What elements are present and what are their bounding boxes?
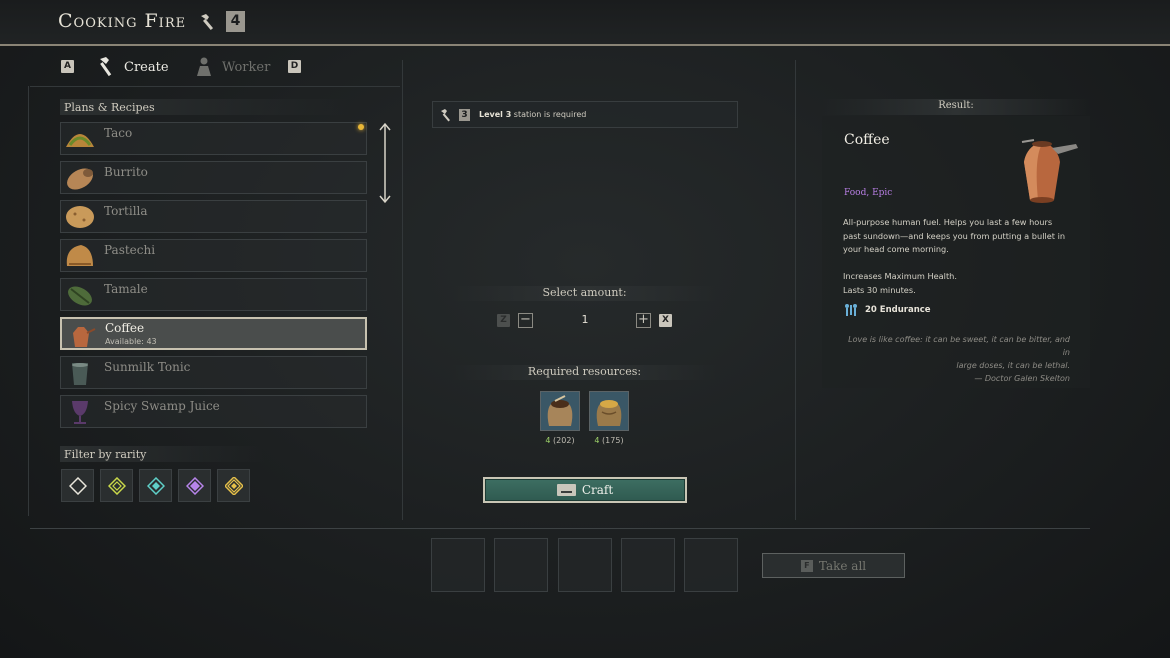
list-item-spicy-swamp-juice[interactable]: Spicy Swamp Juice xyxy=(60,395,367,428)
output-slot[interactable] xyxy=(494,538,548,592)
output-slot[interactable] xyxy=(621,538,675,592)
filter-epic[interactable] xyxy=(178,469,211,502)
recipe-name: Taco xyxy=(104,126,133,140)
rarity-rare-icon xyxy=(147,477,165,495)
increase-amount-button[interactable]: + xyxy=(636,313,651,328)
spacebar-key-icon xyxy=(556,484,576,496)
recipe-name: Spicy Swamp Juice xyxy=(104,399,220,413)
result-stat: 20 Endurance xyxy=(843,303,931,317)
scroll-arrows-icon[interactable] xyxy=(378,122,392,204)
prev-tab-key[interactable]: A xyxy=(61,60,74,73)
tab-worker-label: Worker xyxy=(222,59,271,75)
tortilla-icon xyxy=(66,206,94,228)
taco-icon xyxy=(66,134,94,147)
divider xyxy=(30,86,400,87)
resource-count: 4 (202) xyxy=(545,436,575,445)
recipe-name: Coffee xyxy=(105,321,145,335)
decrease-amount-button[interactable]: − xyxy=(518,313,533,328)
amount-value[interactable]: 1 xyxy=(565,313,605,326)
output-slot[interactable] xyxy=(558,538,612,592)
recipes-title: Plans & Recipes xyxy=(60,99,350,115)
hammer-icon xyxy=(100,57,112,77)
rarity-epic-icon xyxy=(186,477,204,495)
divider xyxy=(795,60,796,520)
coffee-pot-icon xyxy=(73,327,96,347)
tamale-icon xyxy=(68,286,92,306)
recipe-name: Tamale xyxy=(104,282,148,296)
filter-legendary[interactable] xyxy=(217,469,250,502)
resource-slot-coffee-beans[interactable] xyxy=(540,391,580,431)
divider xyxy=(28,86,29,516)
tab-worker[interactable]: Worker xyxy=(194,56,270,78)
result-title: Result: xyxy=(822,99,1090,115)
result-quote: Love is like coffee: it can be sweet, it… xyxy=(848,335,1070,383)
available-count: Available: 43 xyxy=(105,337,157,346)
list-item-coffee[interactable]: Coffee Available: 43 xyxy=(60,317,367,350)
new-indicator xyxy=(358,124,364,130)
endurance-icon xyxy=(845,304,857,316)
recipe-name: Tortilla xyxy=(104,204,148,218)
craft-button[interactable]: Craft xyxy=(483,477,687,503)
filter-title: Filter by rarity xyxy=(60,446,265,462)
rarity-legendary-icon xyxy=(225,477,243,495)
output-slot[interactable] xyxy=(684,538,738,592)
header-bar: Cooking Fire 4 xyxy=(0,0,1170,46)
tab-create[interactable]: Create xyxy=(96,56,169,78)
list-item-sunmilk-tonic[interactable]: Sunmilk Tonic xyxy=(60,356,367,389)
list-item-tortilla[interactable]: Tortilla xyxy=(60,200,367,233)
recipe-name: Sunmilk Tonic xyxy=(104,360,191,374)
output-slot[interactable] xyxy=(431,538,485,592)
recipe-name: Burrito xyxy=(104,165,148,179)
hammer-icon xyxy=(441,109,450,122)
amount-title: Select amount: xyxy=(452,286,717,301)
craft-label: Craft xyxy=(581,483,614,497)
grain-sack-icon xyxy=(596,400,622,426)
tab-create-label: Create xyxy=(124,59,169,75)
pastechi-icon xyxy=(66,245,93,266)
recipe-name: Pastechi xyxy=(104,243,156,257)
list-item-burrito[interactable]: Burrito xyxy=(60,161,367,194)
divider xyxy=(30,528,1090,529)
list-item-taco[interactable]: Taco xyxy=(60,122,367,155)
requirement-text: Level 3 station is required xyxy=(479,110,587,119)
worker-icon xyxy=(197,57,211,76)
filter-common[interactable] xyxy=(61,469,94,502)
tonic-icon xyxy=(72,363,88,385)
station-requirement: 3 Level 3 station is required xyxy=(432,101,738,128)
coffee-pot-icon xyxy=(1021,139,1078,203)
station-title: Cooking Fire xyxy=(58,10,187,32)
hammer-icon xyxy=(201,14,214,31)
take-all-label: Take all xyxy=(818,558,867,573)
result-item-type: Food, Epic xyxy=(844,188,893,198)
resource-count: 4 (175) xyxy=(594,436,624,445)
juice-icon xyxy=(72,401,88,424)
next-tab-key[interactable]: D xyxy=(288,60,301,73)
take-all-key: F xyxy=(800,559,813,572)
resources-title: Required resources: xyxy=(452,365,717,380)
result-item-name: Coffee xyxy=(844,132,890,148)
max-amount-key[interactable]: X xyxy=(659,314,672,327)
min-amount-key[interactable]: Z xyxy=(497,314,510,327)
required-level-badge: 3 xyxy=(459,109,470,121)
result-effect: Increases Maximum Health. Lasts 30 minut… xyxy=(843,271,957,295)
station-level-badge: 4 xyxy=(226,11,245,32)
list-item-pastechi[interactable]: Pastechi xyxy=(60,239,367,272)
divider xyxy=(402,60,403,520)
result-description: All-purpose human fuel. Helps you last a… xyxy=(843,217,1066,254)
take-all-button[interactable]: F Take all xyxy=(762,553,905,578)
burrito-icon xyxy=(67,168,93,190)
resource-slot-grain[interactable] xyxy=(589,391,629,431)
list-item-tamale[interactable]: Tamale xyxy=(60,278,367,311)
filter-rare[interactable] xyxy=(139,469,172,502)
coffee-beans-sack-icon xyxy=(547,395,573,426)
rarity-uncommon-icon xyxy=(108,477,126,495)
filter-uncommon[interactable] xyxy=(100,469,133,502)
rarity-common-icon xyxy=(69,477,87,495)
